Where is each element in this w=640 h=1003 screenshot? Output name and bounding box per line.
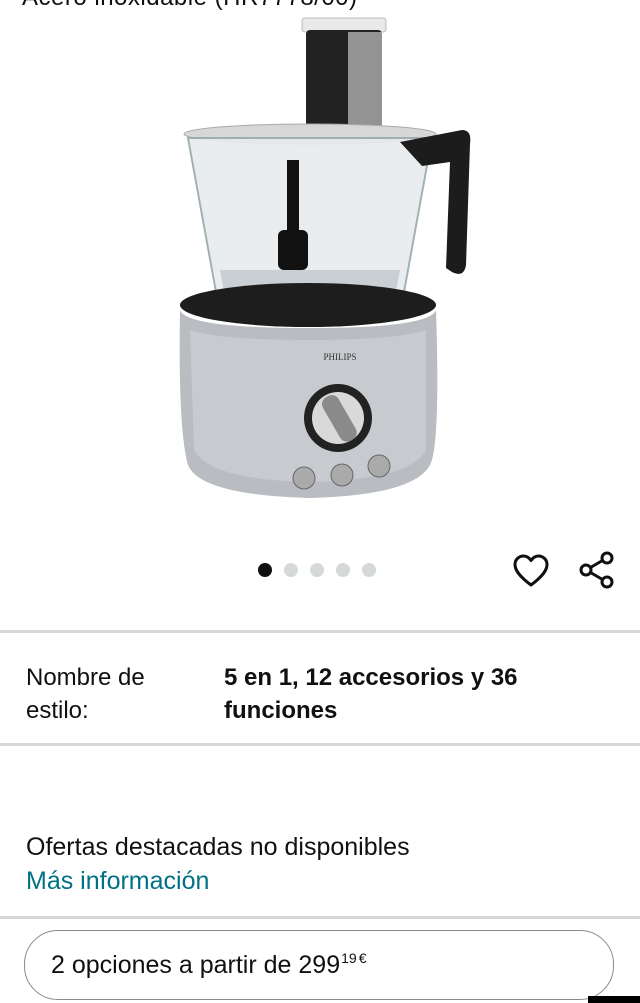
style-name-value: 5 en 1, 12 accesorios y 36 funciones: [224, 664, 518, 724]
carousel-dot[interactable]: [284, 563, 298, 577]
product-image[interactable]: PHILIPS: [160, 10, 480, 505]
carousel-dot[interactable]: [362, 563, 376, 577]
brand-label: PHILIPS: [323, 352, 356, 362]
price-currency: €: [358, 950, 367, 966]
buying-options-button[interactable]: 2 opciones a partir de 29919 €: [24, 930, 614, 1000]
price-fraction: 19: [341, 950, 357, 966]
corner-overlay: [588, 996, 640, 1003]
options-prefix: 2 opciones a partir de: [51, 951, 299, 979]
carousel-dot[interactable]: [336, 563, 350, 577]
carousel-dot[interactable]: [258, 563, 272, 577]
heart-icon[interactable]: [512, 552, 550, 590]
offers-unavailable-text: Ofertas destacadas no disponibles: [26, 833, 410, 861]
divider: [0, 743, 640, 746]
more-info-link[interactable]: Más información: [26, 867, 209, 896]
image-carousel-indicator[interactable]: [258, 563, 376, 577]
divider: [0, 916, 640, 919]
buying-options-label: 2 opciones a partir de 29919 €: [51, 950, 366, 980]
style-name-row[interactable]: Nombre de estilo: 5 en 1, 12 accesorios …: [0, 633, 640, 743]
style-name-label: Nombre de estilo:: [26, 664, 145, 724]
share-icon[interactable]: [578, 551, 616, 589]
carousel-dot[interactable]: [310, 563, 324, 577]
price-whole: 299: [298, 951, 341, 979]
